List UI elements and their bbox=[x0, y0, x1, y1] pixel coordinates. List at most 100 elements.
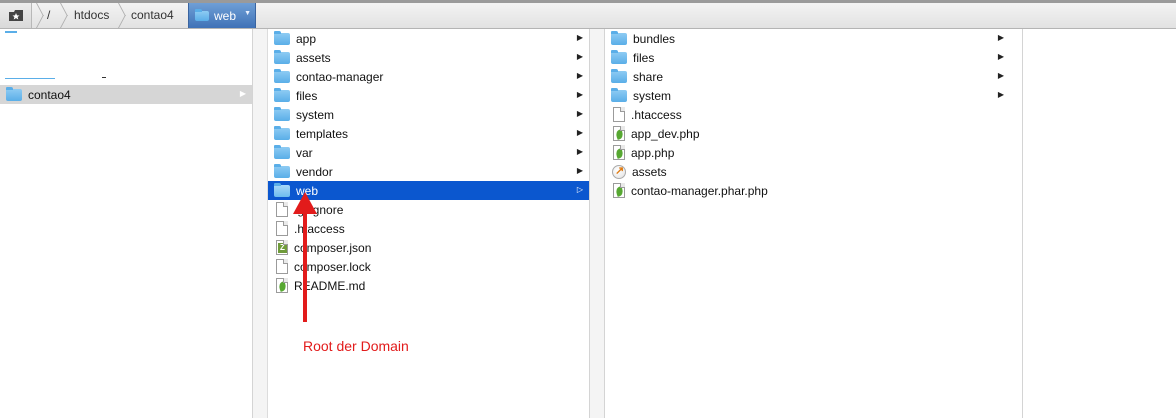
list-item[interactable]: assets bbox=[605, 162, 1022, 181]
annotation-arrow bbox=[303, 212, 307, 322]
breadcrumb-separator bbox=[60, 3, 70, 28]
folder-icon bbox=[274, 88, 290, 102]
annotation-label: Root der Domain bbox=[303, 338, 409, 354]
chevron-right-icon: ▶ bbox=[576, 128, 583, 137]
list-item[interactable]: app.php bbox=[605, 143, 1022, 162]
divider bbox=[102, 77, 106, 78]
list-item[interactable]: contao-manager ▶ bbox=[268, 67, 589, 86]
folder-icon bbox=[274, 183, 290, 197]
list-item[interactable]: templates ▶ bbox=[268, 124, 589, 143]
chevron-right-icon: ▶ bbox=[576, 33, 583, 42]
list-item[interactable]: contao4 ▶ bbox=[0, 85, 252, 104]
chevron-down-icon[interactable]: ▼ bbox=[244, 10, 251, 17]
json-file-icon: Z bbox=[276, 240, 288, 255]
list-item[interactable]: system ▶ bbox=[605, 86, 1022, 105]
browser-column-2[interactable]: app ▶ assets ▶ contao-manager ▶ files ▶ syst… bbox=[268, 29, 590, 418]
chevron-right-icon: ▶ bbox=[576, 109, 583, 118]
chevron-right-icon: ▶ bbox=[576, 52, 583, 61]
chevron-right-icon: ▶ bbox=[576, 71, 583, 80]
item-name: var bbox=[296, 145, 313, 160]
column-resize-handle[interactable] bbox=[590, 29, 604, 418]
folder-icon bbox=[274, 50, 290, 64]
list-item[interactable]: Zcomposer.json bbox=[268, 238, 589, 257]
item-name: contao4 bbox=[28, 87, 71, 102]
folder-icon bbox=[6, 87, 22, 101]
folder-icon bbox=[274, 31, 290, 45]
folder-icon bbox=[611, 69, 627, 83]
folder-icon bbox=[274, 164, 290, 178]
browser-column-3[interactable]: bundles ▶ files ▶ share ▶ system ▶ .htaccess… bbox=[604, 29, 1023, 418]
item-name: app_dev.php bbox=[631, 126, 700, 141]
chevron-right-icon: ▶ bbox=[576, 147, 583, 156]
arrow-up-icon bbox=[293, 192, 317, 214]
item-name: .htaccess bbox=[631, 107, 682, 122]
list-item[interactable]: README.md bbox=[268, 276, 589, 295]
list-item[interactable]: contao-manager.phar.php bbox=[605, 181, 1022, 200]
document-icon bbox=[613, 107, 625, 122]
chevron-right-icon: ▶ bbox=[997, 52, 1004, 61]
favorites-button[interactable] bbox=[0, 3, 32, 28]
folder-icon bbox=[611, 50, 627, 64]
item-name: vendor bbox=[296, 164, 333, 179]
folder-icon bbox=[274, 145, 290, 159]
folder-icon bbox=[274, 107, 290, 121]
partial-folder-icon bbox=[5, 31, 17, 33]
leaf-file-icon bbox=[613, 126, 625, 141]
breadcrumb-separator bbox=[118, 3, 128, 28]
leaf-file-icon bbox=[613, 145, 625, 160]
list-item[interactable]: composer.lock bbox=[268, 257, 589, 276]
list-item[interactable]: .htaccess bbox=[268, 219, 589, 238]
folder-icon bbox=[611, 31, 627, 45]
list-item[interactable]: vendor ▶ bbox=[268, 162, 589, 181]
item-name: share bbox=[633, 69, 664, 84]
item-name: system bbox=[296, 107, 335, 122]
list-item[interactable]: files ▶ bbox=[268, 86, 589, 105]
breadcrumb: / htdocs contao4 web ▼ bbox=[0, 0, 1176, 29]
item-name: files bbox=[296, 88, 318, 103]
list-item[interactable]: app_dev.php bbox=[605, 124, 1022, 143]
list-item[interactable]: var ▶ bbox=[268, 143, 589, 162]
item-name: contao-manager.phar.php bbox=[631, 183, 768, 198]
partial-folder-icon bbox=[5, 78, 55, 79]
list-item[interactable]: .htaccess bbox=[605, 105, 1022, 124]
leaf-file-icon bbox=[613, 183, 625, 198]
document-icon bbox=[276, 221, 288, 236]
list-item[interactable]: bundles ▶ bbox=[605, 29, 1022, 48]
chevron-right-icon: ▶ bbox=[576, 166, 583, 175]
item-name: assets bbox=[296, 50, 331, 65]
breadcrumb-root[interactable]: / bbox=[47, 3, 50, 28]
browser-column-1[interactable]: contao4 ▶ bbox=[0, 29, 253, 418]
list-item[interactable]: system ▶ bbox=[268, 105, 589, 124]
list-item[interactable]: share ▶ bbox=[605, 67, 1022, 86]
list-item[interactable]: app ▶ bbox=[268, 29, 589, 48]
breadcrumb-contao4[interactable]: contao4 bbox=[131, 3, 174, 28]
chevron-right-icon: ▶ bbox=[997, 33, 1004, 42]
column-resize-handle[interactable] bbox=[253, 29, 268, 418]
item-name: assets bbox=[632, 164, 667, 179]
chevron-right-icon: ▶ bbox=[239, 89, 246, 98]
item-name: app.php bbox=[631, 145, 675, 160]
alias-icon bbox=[612, 164, 626, 179]
document-icon bbox=[276, 202, 288, 217]
item-name: app bbox=[296, 31, 317, 46]
leaf-file-icon bbox=[276, 278, 288, 293]
folder-icon bbox=[611, 88, 627, 102]
breadcrumb-active-label: web bbox=[214, 8, 237, 23]
chevron-right-icon: ▷ bbox=[576, 185, 583, 194]
list-item[interactable]: assets ▶ bbox=[268, 48, 589, 67]
favorites-star-icon bbox=[8, 10, 23, 21]
list-item[interactable]: files ▶ bbox=[605, 48, 1022, 67]
folder-icon bbox=[274, 126, 290, 140]
folder-icon bbox=[274, 69, 290, 83]
item-name: templates bbox=[296, 126, 349, 141]
chevron-right-icon: ▶ bbox=[997, 90, 1004, 99]
breadcrumb-active-web[interactable]: web ▼ bbox=[188, 3, 256, 28]
browser-column-4[interactable] bbox=[1023, 29, 1176, 418]
chevron-right-icon: ▶ bbox=[576, 90, 583, 99]
item-name: bundles bbox=[633, 31, 676, 46]
document-icon bbox=[276, 259, 288, 274]
breadcrumb-htdocs[interactable]: htdocs bbox=[74, 3, 109, 28]
breadcrumb-separator bbox=[36, 3, 46, 28]
chevron-right-icon: ▶ bbox=[997, 71, 1004, 80]
item-name: system bbox=[633, 88, 672, 103]
